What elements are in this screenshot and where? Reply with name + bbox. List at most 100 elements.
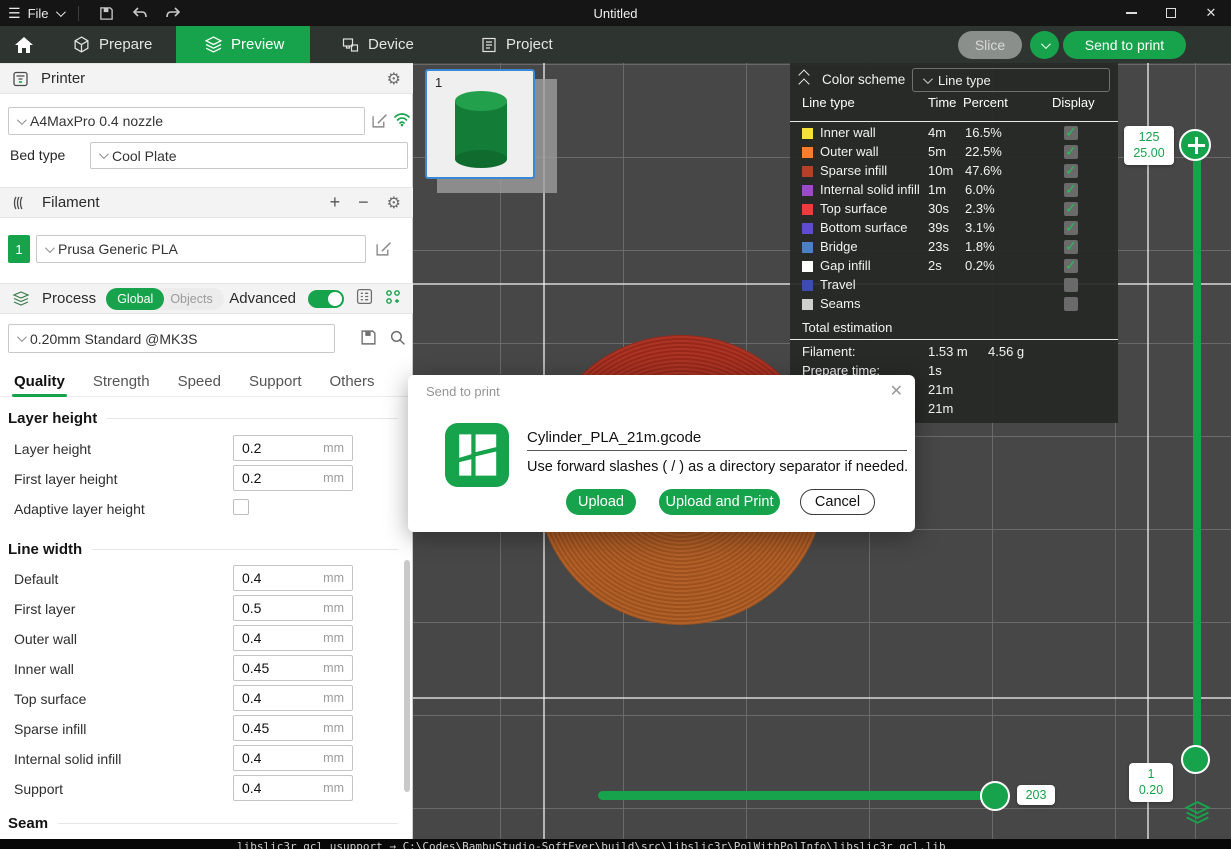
redo-icon[interactable] [160, 3, 186, 23]
filament-settings-icon[interactable]: ⚙ [387, 193, 401, 213]
param-row: Sparse infill mm [0, 715, 413, 745]
maximize-button[interactable] [1151, 0, 1191, 26]
move-slider-track[interactable] [598, 791, 995, 800]
filament-slot-badge[interactable]: 1 [8, 235, 30, 263]
first-layer-height-input[interactable]: mm [233, 465, 353, 491]
edit-printer-icon[interactable] [371, 112, 388, 129]
remove-filament-button[interactable]: − [358, 192, 369, 213]
tab-project[interactable]: Project [481, 26, 553, 63]
chevron-down-icon [923, 74, 933, 84]
title-bar: ☰ File Untitled ✕ [0, 0, 1231, 26]
printer-preset-select[interactable]: A4MaxPro 0.4 nozzle [8, 107, 365, 135]
bed-type-select[interactable]: Cool Plate [90, 142, 408, 169]
line-type-color-swatch [802, 147, 813, 158]
legend-row: Sparse infill 10m 47.6% [790, 163, 1118, 182]
layers-icon[interactable] [1184, 801, 1211, 830]
menu-icon[interactable]: ☰ [8, 5, 21, 22]
display-checkbox[interactable] [1064, 164, 1078, 178]
line-type-color-swatch [802, 223, 813, 234]
upload-and-print-button[interactable]: Upload and Print [659, 489, 780, 515]
dialog-close-icon[interactable]: ✕ [890, 381, 903, 401]
plate-thumbnail[interactable]: 1 [425, 69, 535, 179]
scope-objects[interactable]: Objects [164, 292, 223, 306]
outer-wall-line-width-input[interactable]: mm [233, 625, 353, 651]
view-mode-select[interactable]: Line type [912, 68, 1110, 92]
scope-global[interactable]: Global [106, 288, 164, 310]
search-icon[interactable] [389, 329, 406, 346]
filament-preset-select[interactable]: Prusa Generic PLA [36, 235, 366, 263]
move-slider-handle[interactable] [980, 781, 1010, 811]
advanced-toggle[interactable] [308, 290, 344, 308]
tab-speed[interactable]: Speed [178, 373, 221, 390]
settings-sidebar: Printer ⚙ A4MaxPro 0.4 nozzle Bed type C… [0, 63, 413, 839]
param-row: First layer height mm [0, 465, 413, 495]
tab-preview[interactable]: Preview [176, 26, 310, 63]
top-surface-line-width-input[interactable]: mm [233, 685, 353, 711]
send-options-button[interactable] [1030, 31, 1059, 59]
save-icon[interactable] [94, 3, 120, 23]
tab-support[interactable]: Support [249, 373, 302, 390]
layer-height-input[interactable]: mm [233, 435, 353, 461]
display-checkbox[interactable] [1064, 145, 1078, 159]
layer-slider-bottom-handle[interactable] [1181, 745, 1210, 774]
collapse-panel-icon[interactable] [800, 71, 808, 88]
legend-row: Travel [790, 277, 1118, 296]
layer-slider-top-label: 12525.00 [1124, 126, 1174, 165]
grid-axis-line [413, 697, 1231, 699]
process-tabs: Quality Strength Speed Support Others [0, 366, 413, 397]
scope-toggle[interactable]: Global Objects [106, 288, 224, 310]
display-checkbox[interactable] [1064, 240, 1078, 254]
first-layer-line-width-input[interactable]: mm [233, 595, 353, 621]
tab-strength[interactable]: Strength [93, 373, 150, 390]
display-checkbox[interactable] [1064, 259, 1078, 273]
home-button[interactable] [14, 26, 34, 63]
sidebar-scrollbar[interactable] [404, 560, 410, 792]
chevron-down-icon[interactable] [55, 7, 65, 17]
add-filament-button[interactable]: + [330, 192, 341, 213]
tab-quality[interactable]: Quality [14, 373, 65, 390]
save-preset-icon[interactable] [360, 329, 377, 346]
edit-filament-icon[interactable] [375, 240, 392, 257]
printer-settings-icon[interactable]: ⚙ [387, 69, 401, 89]
objects-filter-icon[interactable] [385, 289, 401, 309]
layer-range-slider-track[interactable] [1193, 145, 1201, 761]
parameter-table-icon[interactable] [356, 288, 373, 309]
chevron-down-icon [17, 115, 27, 125]
send-to-print-button[interactable]: Send to print [1063, 31, 1186, 59]
support-line-width-input[interactable]: mm [233, 775, 353, 801]
display-checkbox[interactable] [1064, 278, 1078, 292]
undo-icon[interactable] [127, 3, 153, 23]
adaptive-layer-height-checkbox[interactable] [233, 499, 249, 515]
process-preset-select[interactable]: 0.20mm Standard @MK3S [8, 324, 335, 353]
sparse-infill-line-width-input[interactable]: mm [233, 715, 353, 741]
upload-button[interactable]: Upload [566, 489, 636, 515]
tab-prepare[interactable]: Prepare [73, 26, 152, 63]
legend-row: Inner wall 4m 16.5% [790, 125, 1118, 144]
internal-solid-infill-line-width-input[interactable]: mm [233, 745, 353, 771]
tab-device[interactable]: Device [342, 26, 414, 63]
layer-slider-bottom-label: 10.20 [1129, 763, 1173, 802]
inner-wall-line-width-input[interactable]: mm [233, 655, 353, 681]
send-to-print-dialog: Send to print ✕ Use forward slashes ( / … [408, 375, 915, 532]
wifi-connected-icon[interactable] [393, 112, 411, 127]
filename-input[interactable] [527, 425, 907, 451]
display-checkbox[interactable] [1064, 183, 1078, 197]
cancel-button[interactable]: Cancel [800, 489, 875, 515]
printer-section-header: Printer ⚙ [0, 63, 413, 94]
display-checkbox[interactable] [1064, 202, 1078, 216]
line-type-color-swatch [802, 280, 813, 291]
tab-others[interactable]: Others [330, 373, 375, 390]
legend-row: Internal solid infill 1m 6.0% [790, 182, 1118, 201]
display-checkbox[interactable] [1064, 126, 1078, 140]
layer-slider-top-handle[interactable] [1179, 129, 1211, 161]
total-row: Filament:1.53 m4.56 g [790, 344, 1118, 363]
minimize-button[interactable] [1111, 0, 1151, 26]
close-button[interactable]: ✕ [1191, 0, 1231, 26]
divider [790, 121, 1118, 122]
line-type-legend-panel: Color scheme Line type Line type Time Pe… [790, 63, 1118, 423]
file-menu[interactable]: File [28, 6, 49, 21]
default-line-width-input[interactable]: mm [233, 565, 353, 591]
display-checkbox[interactable] [1064, 297, 1078, 311]
display-checkbox[interactable] [1064, 221, 1078, 235]
slice-button[interactable]: Slice [958, 31, 1022, 59]
